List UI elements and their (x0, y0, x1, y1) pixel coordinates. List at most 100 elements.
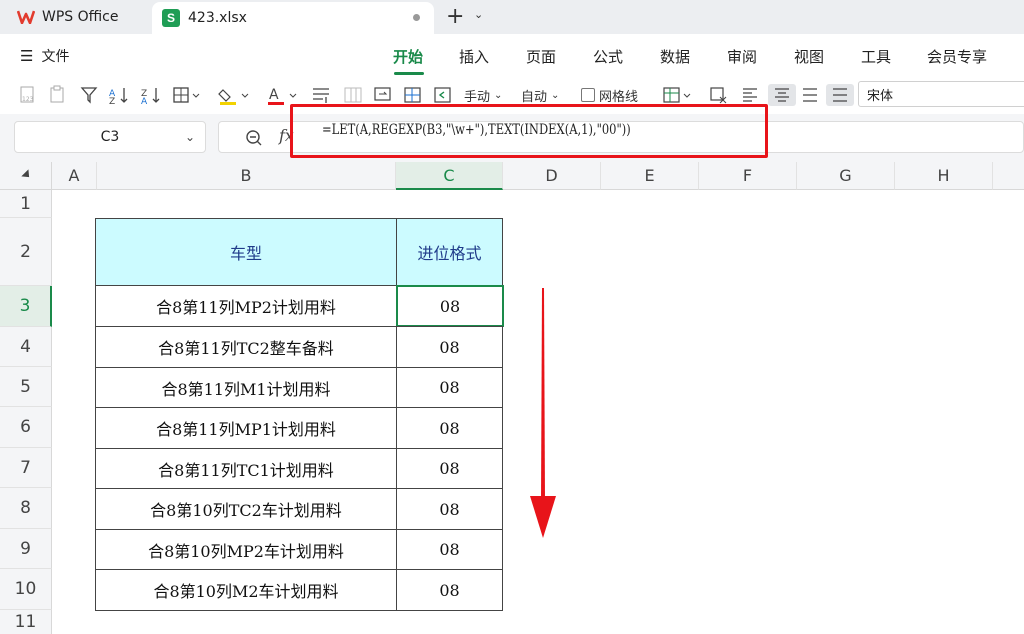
gridlines-checkbox[interactable]: 网格线 (581, 84, 638, 106)
chevron-down-icon: ⌄ (494, 89, 503, 101)
row-header-7[interactable]: 7 (0, 448, 52, 488)
sort-descending-icon[interactable]: ZA (140, 84, 162, 106)
tab-page[interactable]: 页面 (526, 46, 556, 67)
table-cell-model[interactable]: 合8第11列TC1计划用料 (95, 448, 397, 489)
table-cell-model[interactable]: 合8第11列MP1计划用料 (95, 407, 397, 449)
column-header-b[interactable]: B (97, 162, 396, 190)
row-header-2[interactable]: 2 (0, 218, 52, 286)
svg-text:Z: Z (109, 97, 115, 105)
table-cell-model[interactable]: 合8第10列MP2车计划用料 (95, 529, 397, 570)
active-tab-underline (394, 72, 424, 75)
manual-button[interactable]: 手动 ⌄ (464, 84, 502, 106)
table-cell-selected-c3[interactable]: 08 (396, 285, 504, 327)
name-box[interactable]: C3 ⌄ (14, 121, 206, 153)
borders-icon[interactable] (172, 84, 202, 106)
table-header-model[interactable]: 车型 (95, 218, 397, 286)
clear-format-icon[interactable] (708, 84, 730, 106)
row-header-9[interactable]: 9 (0, 529, 52, 569)
table-cell-format[interactable]: 08 (396, 326, 503, 368)
tab-insert[interactable]: 插入 (459, 46, 489, 67)
title-tab-bar: WPS Office S 423.xlsx + ⌄ (0, 0, 1024, 34)
column-header-c[interactable]: C (396, 162, 503, 190)
row-header-3[interactable]: 3 (0, 286, 52, 327)
table-cell-format[interactable]: 08 (396, 529, 503, 570)
font-name-select[interactable]: 宋体 (858, 81, 1024, 107)
auto-label: 自动 (521, 89, 548, 105)
fill-color-icon[interactable] (218, 84, 252, 106)
red-down-arrow-icon (530, 288, 556, 538)
justify-icon[interactable] (826, 84, 854, 106)
new-tab-button[interactable]: + (446, 4, 464, 29)
tab-home[interactable]: 开始 (393, 46, 423, 67)
spreadsheet-grid: A B C D E F G H 1 2 3 4 5 6 7 8 9 10 11 … (0, 162, 1024, 634)
table-cell-model[interactable]: 合8第10列TC2车计划用料 (95, 488, 397, 530)
column-header-a[interactable]: A (52, 162, 97, 190)
column-header-h[interactable]: H (895, 162, 993, 190)
tab-tools[interactable]: 工具 (861, 46, 891, 67)
row-header-10[interactable]: 10 (0, 569, 52, 610)
file-tab[interactable]: S 423.xlsx (152, 2, 434, 34)
tab-review[interactable]: 审阅 (727, 46, 757, 67)
align-right-icon[interactable] (800, 84, 820, 106)
table-cell-format[interactable]: 08 (396, 488, 503, 530)
freeze-panes-icon[interactable] (432, 84, 454, 106)
column-header-e[interactable]: E (601, 162, 699, 190)
wrap-text-icon[interactable] (372, 84, 394, 106)
row-header-11[interactable]: 11 (0, 610, 52, 634)
column-header-f[interactable]: F (699, 162, 797, 190)
checkbox-icon[interactable] (581, 88, 595, 102)
row-header-6[interactable]: 6 (0, 407, 52, 448)
zoom-icon[interactable] (245, 129, 263, 151)
formula-highlight-box (290, 104, 768, 158)
column-header-i[interactable] (993, 162, 1024, 190)
row-header-4[interactable]: 4 (0, 327, 52, 367)
align-center-icon[interactable] (768, 84, 796, 106)
chevron-down-icon[interactable]: ⌄ (474, 8, 483, 21)
gridlines-label: 网格线 (599, 89, 639, 105)
table-style-icon[interactable] (662, 84, 692, 106)
paste-format-icon[interactable] (48, 84, 68, 106)
align-left-icon[interactable] (740, 84, 760, 106)
column-header-d[interactable]: D (503, 162, 601, 190)
filter-icon[interactable] (80, 84, 98, 106)
unsaved-dot-icon[interactable] (413, 14, 420, 21)
sort-ascending-icon[interactable]: AZ (108, 84, 130, 106)
file-menu-button[interactable]: ☰ 文件 (20, 46, 69, 66)
table-cell-model[interactable]: 合8第10列M2车计划用料 (95, 569, 397, 611)
tab-formula[interactable]: 公式 (593, 46, 623, 67)
merge-cells-icon[interactable] (402, 84, 424, 106)
font-name-value: 宋体 (867, 88, 894, 104)
column-header-g[interactable]: G (797, 162, 895, 190)
auto-button[interactable]: 自动 ⌄ (521, 84, 559, 106)
font-color-icon[interactable]: A (266, 84, 300, 106)
number-format-icon[interactable]: 123 (18, 84, 38, 106)
manual-label: 手动 (464, 89, 491, 105)
file-menu-label: 文件 (41, 49, 70, 65)
select-all-corner[interactable] (0, 162, 52, 190)
table-cell-format[interactable]: 08 (396, 448, 503, 489)
table-cell-format[interactable]: 08 (396, 407, 503, 449)
row-header-5[interactable]: 5 (0, 367, 52, 407)
ribbon-menu: ☰ 文件 开始 插入 页面 公式 数据 审阅 视图 工具 会员专享 (0, 34, 1024, 76)
table-cell-format[interactable]: 08 (396, 367, 503, 408)
tab-view[interactable]: 视图 (794, 46, 824, 67)
chevron-down-icon: ⌄ (551, 89, 560, 101)
app-name: WPS Office (42, 9, 119, 25)
wps-office-tab[interactable]: WPS Office (8, 2, 148, 32)
row-header-1[interactable]: 1 (0, 190, 52, 218)
format-painter-icon[interactable] (310, 84, 332, 106)
row-header-8[interactable]: 8 (0, 488, 52, 529)
tab-member[interactable]: 会员专享 (927, 46, 987, 67)
svg-text:123: 123 (22, 96, 34, 103)
chevron-down-icon: ⌄ (184, 130, 195, 144)
tab-data[interactable]: 数据 (660, 46, 690, 67)
table-cell-model[interactable]: 合8第11列MP2计划用料 (95, 285, 397, 327)
table-cell-format[interactable]: 08 (396, 569, 503, 611)
table-cell-model[interactable]: 合8第11列M1计划用料 (95, 367, 397, 408)
svg-text:A: A (141, 97, 148, 105)
wps-logo-icon (16, 7, 36, 27)
column-width-icon[interactable] (342, 84, 364, 106)
spreadsheet-icon: S (162, 9, 180, 27)
table-header-carry-format[interactable]: 进位格式 (396, 218, 503, 286)
table-cell-model[interactable]: 合8第11列TC2整车备料 (95, 326, 397, 368)
